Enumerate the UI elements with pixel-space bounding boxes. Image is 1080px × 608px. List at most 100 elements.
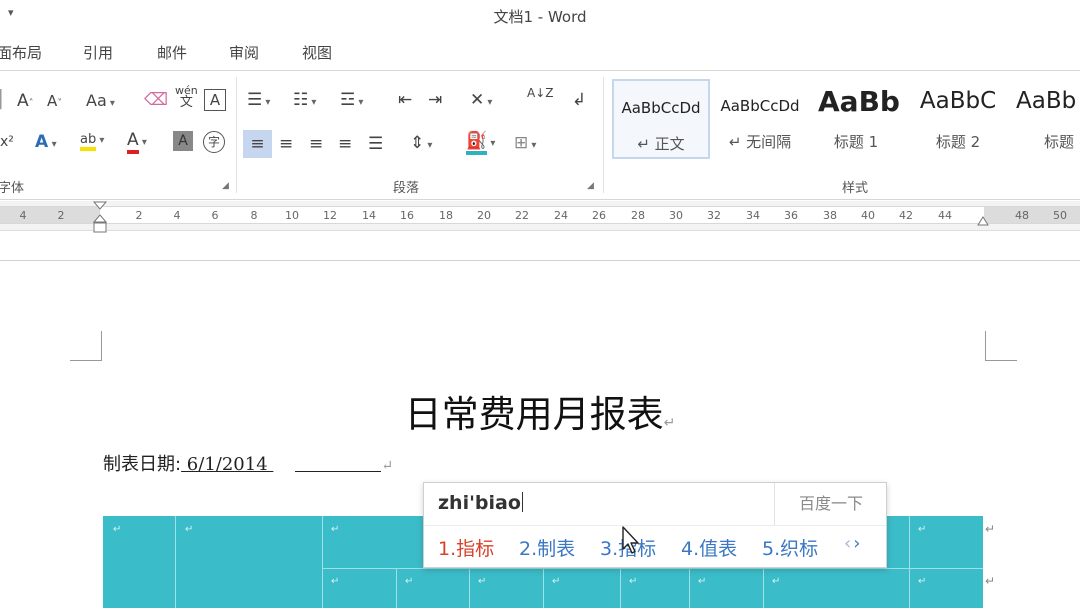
ruler-tick: 6 (211, 209, 219, 222)
ime-candidate-2[interactable]: 2.制表 (519, 534, 575, 561)
shading-button[interactable]: ⛽ ▾ (466, 130, 495, 155)
grow-font-button[interactable]: A˄ (17, 90, 34, 115)
ime-candidate-4[interactable]: 4.值表 (681, 534, 737, 561)
superscript-button[interactable]: x² (0, 131, 14, 153)
character-shading-button[interactable]: A (173, 131, 193, 151)
tab-mailings[interactable]: 邮件 (157, 42, 187, 63)
cell-end-mark: ↵ (185, 524, 194, 535)
clear-formatting-icon[interactable]: ⌫ (144, 89, 168, 111)
font-size-dropdown-edge[interactable]: ▏ (0, 89, 13, 111)
group-separator (603, 77, 604, 193)
phonetic-guide-button[interactable]: wén 文 (175, 85, 198, 110)
style-title[interactable]: AaBb 标题 (1008, 79, 1080, 159)
align-left-button[interactable]: ≡ (243, 130, 272, 158)
cell-end-mark: ↵ (113, 524, 122, 535)
table-gridline (322, 568, 983, 569)
baidu-search-button[interactable]: 百度一下 (774, 483, 887, 525)
align-right-button[interactable]: ≡ (309, 133, 323, 155)
ruler-tick: 40 (861, 209, 875, 222)
tab-view[interactable]: 视图 (302, 42, 332, 63)
ruler-tick: 4 (173, 209, 181, 222)
ime-candidate-5[interactable]: 5.织标 (762, 534, 818, 561)
ruler-track (0, 206, 1080, 224)
table-gridline (543, 568, 544, 608)
style-heading-1[interactable]: AaBb 标题 1 (810, 79, 902, 159)
align-center-button[interactable]: ≡ (279, 133, 293, 155)
font-color-button[interactable]: A ▾ (127, 129, 147, 154)
cell-end-mark: ↵ (698, 576, 707, 587)
tab-references[interactable]: 引用 (83, 42, 113, 63)
font-group-label: 字体 (0, 181, 25, 196)
window-title: 文档1 - Word (493, 8, 587, 26)
ruler-tick: 44 (938, 209, 952, 222)
ribbon-tabs: 面布局 引用 邮件 审阅 视图 (0, 34, 1080, 70)
ruler-tick: 22 (515, 209, 529, 222)
horizontal-ruler[interactable]: 4 2 2 4 6 8 10 12 14 16 18 20 22 24 26 2… (0, 201, 1080, 233)
cell-end-mark: ↵ (629, 576, 638, 587)
margin-corner-left (70, 331, 102, 361)
cell-end-mark: ↵ (918, 576, 927, 587)
ruler-tick: 30 (669, 209, 683, 222)
ime-next-page-icon[interactable]: › (853, 533, 862, 554)
styles-gallery: AaBbCcDd ↵ 正文 AaBbCcDd ↵ 无间隔 AaBb 标题 1 A… (612, 79, 1080, 161)
ime-caret (521, 492, 523, 512)
tab-page-layout[interactable]: 面布局 (0, 42, 42, 63)
ime-page-nav: ‹› (844, 533, 862, 554)
distributed-button[interactable]: ☰ (368, 133, 383, 155)
shrink-font-button[interactable]: A˅ (47, 90, 62, 115)
ruler-tick: 20 (477, 209, 491, 222)
margin-corner-right (985, 331, 1017, 361)
ime-prev-page-icon[interactable]: ‹ (844, 533, 853, 554)
table-gridline (909, 516, 910, 608)
decrease-indent-icon[interactable]: ⇤ (398, 89, 412, 111)
show-marks-icon[interactable]: ↲ (572, 89, 586, 111)
line-spacing-button[interactable]: ⇕ ▾ (410, 132, 432, 157)
bullets-button[interactable]: ☰ ▾ (247, 89, 270, 114)
cell-end-mark: ↵ (918, 524, 927, 535)
styles-group-label: 样式 (842, 181, 869, 196)
tab-review[interactable]: 审阅 (229, 42, 259, 63)
table-gridline (763, 568, 764, 608)
style-heading-2[interactable]: AaBbC 标题 2 (909, 79, 1007, 159)
numbering-button[interactable]: ☷ ▾ (293, 89, 316, 114)
increase-indent-icon[interactable]: ⇥ (428, 89, 442, 111)
document-heading[interactable]: 日常费用月报表↵ (0, 384, 1080, 438)
enclose-characters-button[interactable]: 字 (203, 131, 225, 153)
cell-end-mark: ↵ (478, 576, 487, 587)
date-line[interactable]: 制表日期: 6/1/2014 ↵ (103, 450, 393, 476)
text-effects-button[interactable]: A ▾ (35, 131, 57, 156)
ime-candidate-window: zhi'biao 百度一下 1.指标 2.制表 3.指标 4.值表 5.织标 ‹… (423, 482, 887, 568)
highlight-button[interactable]: ab ▾ (80, 129, 104, 152)
paragraph-group-label: 段落 (393, 181, 420, 196)
table-gridline (396, 568, 397, 608)
borders-button[interactable]: ⊞ ▾ (514, 132, 536, 157)
asian-layout-button[interactable]: ✕ ▾ (470, 89, 492, 114)
change-case-button[interactable]: Aa ▾ (86, 90, 115, 115)
style-no-spacing[interactable]: AaBbCcDd ↵ 无间隔 (711, 79, 809, 159)
ruler-tick: 48 (1015, 209, 1029, 222)
cell-end-mark: ↵ (405, 576, 414, 587)
row-end-mark: ↵ (985, 522, 996, 536)
ruler-left-margin (0, 207, 100, 223)
ruler-tick: 24 (554, 209, 568, 222)
justify-button[interactable]: ≡ (338, 133, 352, 155)
cell-end-mark: ↵ (552, 576, 561, 587)
paragraph-dialog-launcher-icon[interactable]: ◢ (587, 181, 594, 191)
indent-marker-icon[interactable] (93, 201, 107, 237)
ime-candidate-1[interactable]: 1.指标 (438, 534, 494, 561)
character-border-button[interactable]: A (204, 89, 226, 111)
ruler-tick: 2 (135, 209, 143, 222)
ruler-tick: 42 (899, 209, 913, 222)
multilevel-list-button[interactable]: ☲ ▾ (340, 89, 363, 114)
ruler-tick: 32 (707, 209, 721, 222)
table-gridline (322, 516, 323, 608)
style-normal[interactable]: AaBbCcDd ↵ 正文 (612, 79, 710, 159)
title-bar: ▾ 文档1 - Word (0, 0, 1080, 34)
paragraph-mark: ↵ (663, 415, 676, 431)
page-edge (0, 260, 1080, 261)
right-indent-marker-icon[interactable] (977, 216, 989, 226)
ruler-tick: 38 (823, 209, 837, 222)
sort-button[interactable]: A↓Z (527, 87, 553, 99)
font-dialog-launcher-icon[interactable]: ◢ (222, 181, 229, 191)
date-label: 制表日期: (103, 454, 182, 475)
